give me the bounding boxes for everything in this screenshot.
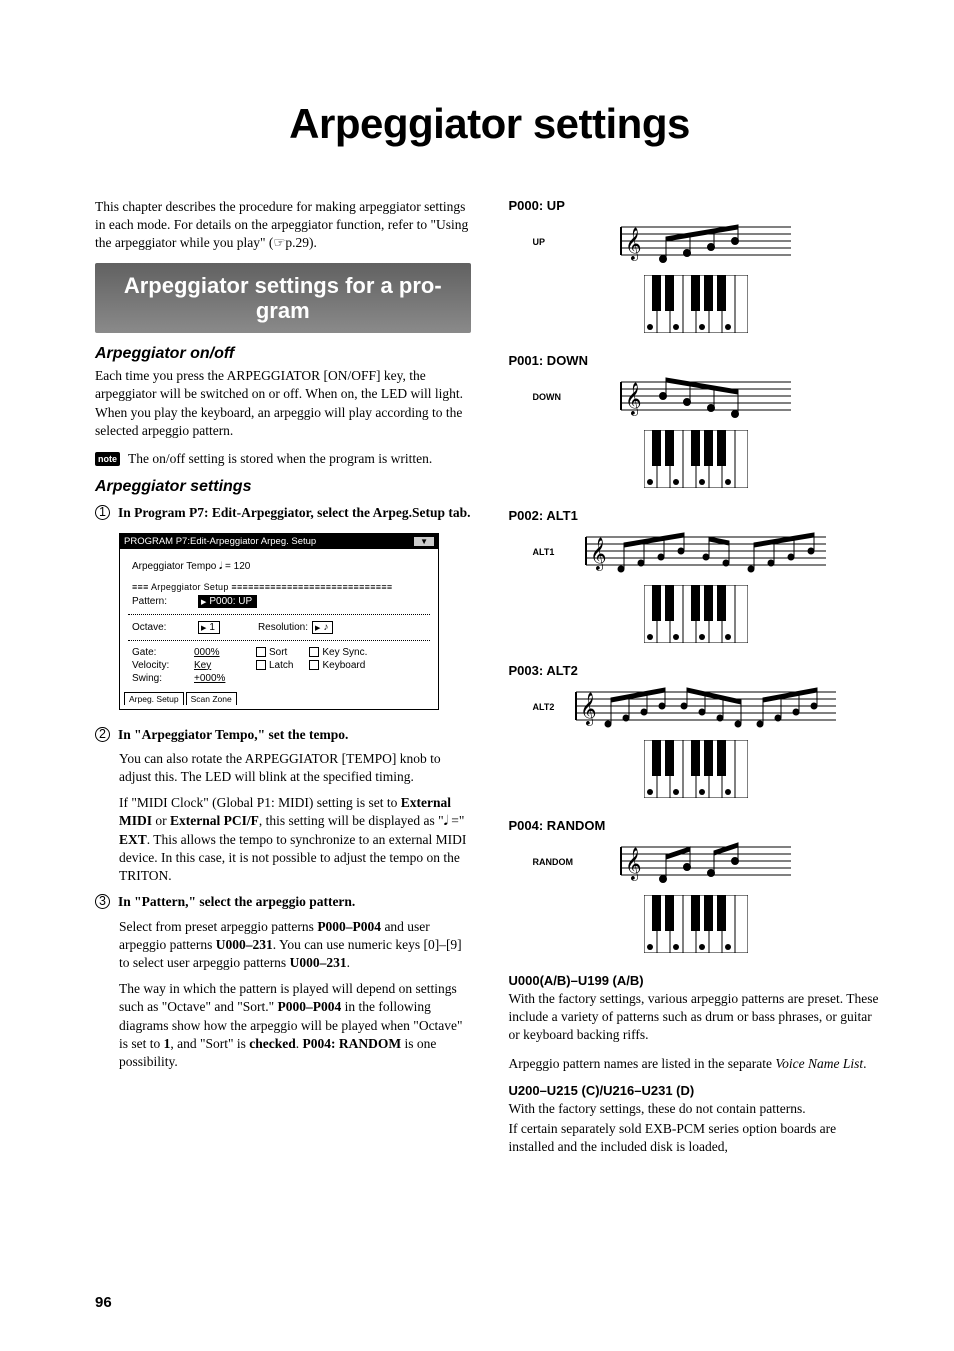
keyboard-icon bbox=[644, 740, 748, 798]
step-number-icon: 3 bbox=[95, 894, 110, 909]
label-velocity: Velocity: bbox=[132, 660, 194, 671]
right-column: P000: UP UP 𝄞 bbox=[509, 198, 885, 1167]
pattern-title: P002: ALT1 bbox=[509, 508, 885, 523]
pattern-label: DOWN bbox=[533, 392, 562, 402]
heading-onoff: Arpeggiator on/off bbox=[95, 345, 471, 363]
u200-body: With the factory settings, these do not … bbox=[509, 1100, 885, 1118]
shot-tempo: Arpeggiator Tempo 𝅘𝅥 = 120 bbox=[132, 561, 250, 572]
u000-body: With the factory settings, various arpeg… bbox=[509, 990, 885, 1045]
pattern-p001: P001: DOWN DOWN 𝄞 bbox=[509, 353, 885, 488]
pattern-p004: P004: RANDOM RANDOM 𝄞 bbox=[509, 818, 885, 953]
keyboard-icon bbox=[644, 275, 748, 333]
checkbox-keyboard[interactable] bbox=[309, 660, 319, 670]
u200-body2: If certain separately sold EXB-PCM serie… bbox=[509, 1120, 885, 1156]
step3-body-b: The way in which the pattern is played w… bbox=[119, 980, 471, 1071]
pattern-title: P001: DOWN bbox=[509, 353, 885, 368]
value-swing[interactable]: +000% bbox=[194, 673, 225, 684]
step2-body-a: You can also rotate the ARPEGGIATOR [TEM… bbox=[119, 750, 471, 786]
pattern-title: P000: UP bbox=[509, 198, 885, 213]
pattern-label: UP bbox=[533, 237, 546, 247]
step-2: 2 In "Arpeggiator Tempo," set the tempo. bbox=[95, 726, 471, 744]
keyboard-icon bbox=[644, 895, 748, 953]
step-1: 1 In Program P7: Edit-Arpeggiator, selec… bbox=[95, 504, 471, 522]
shot-title-text: PROGRAM P7:Edit-Arpeggiator Arpeg. Setup bbox=[124, 536, 316, 547]
label-keysync: Key Sync. bbox=[322, 647, 367, 658]
tab-scan-zone[interactable]: Scan Zone bbox=[186, 692, 237, 705]
svg-text:𝄞: 𝄞 bbox=[590, 538, 607, 571]
step-text: In "Arpeggiator Tempo," set the tempo. bbox=[118, 726, 348, 744]
keyboard-icon bbox=[644, 585, 748, 643]
step-3: 3 In "Pattern," select the arpeggio patt… bbox=[95, 893, 471, 911]
pattern-title: P003: ALT2 bbox=[509, 663, 885, 678]
dropdown-resolution[interactable]: ♪ bbox=[312, 621, 333, 634]
pattern-label: ALT2 bbox=[533, 702, 555, 712]
pattern-label: RANDOM bbox=[533, 857, 574, 867]
label-latch: Latch bbox=[269, 660, 293, 671]
staff-notation-icon: 𝄞 bbox=[566, 529, 826, 575]
staff-notation-icon: 𝄞 bbox=[601, 219, 791, 265]
heading-u200: U200–U215 (C)/U216–U231 (D) bbox=[509, 1083, 885, 1098]
staff-notation-icon: 𝄞 bbox=[601, 374, 791, 420]
heading-u000: U000(A/B)–U199 (A/B) bbox=[509, 973, 885, 988]
label-sort: Sort bbox=[269, 647, 287, 658]
keyboard-icon bbox=[644, 430, 748, 488]
page-number: 96 bbox=[95, 1294, 112, 1311]
value-gate[interactable]: 000% bbox=[194, 647, 242, 658]
svg-text:𝄞: 𝄞 bbox=[625, 848, 642, 881]
pattern-title: P004: RANDOM bbox=[509, 818, 885, 833]
note-text: The on/off setting is stored when the pr… bbox=[128, 450, 432, 468]
note-row: note The on/off setting is stored when t… bbox=[95, 450, 471, 468]
label-keyboard: Keyboard bbox=[322, 660, 365, 671]
step-text: In Program P7: Edit-Arpeggiator, select … bbox=[118, 504, 470, 522]
label-pattern: Pattern: bbox=[132, 596, 194, 607]
step2-body-b: If "MIDI Clock" (Global P1: MIDI) settin… bbox=[119, 794, 471, 885]
value-velocity[interactable]: Key bbox=[194, 660, 242, 671]
svg-text:𝄞: 𝄞 bbox=[625, 383, 642, 416]
dropdown-pattern[interactable]: P000: UP bbox=[198, 595, 257, 608]
onoff-text: Each time you press the ARPEGGIATOR [ON/… bbox=[95, 367, 471, 440]
page-title: Arpeggiator settings bbox=[95, 100, 884, 148]
step3-body-a: Select from preset arpeggio patterns P00… bbox=[119, 918, 471, 973]
pattern-p002: P002: ALT1 ALT1 𝄞 bbox=[509, 508, 885, 643]
label-resolution: Resolution: bbox=[258, 622, 308, 633]
step-number-icon: 1 bbox=[95, 505, 110, 520]
left-column: This chapter describes the procedure for… bbox=[95, 198, 471, 1167]
pattern-p000: P000: UP UP 𝄞 bbox=[509, 198, 885, 333]
pattern-label: ALT1 bbox=[533, 547, 555, 557]
staff-notation-icon: 𝄞 bbox=[601, 839, 791, 885]
u000-body2: Arpeggio pattern names are listed in the… bbox=[509, 1055, 885, 1073]
checkbox-latch[interactable] bbox=[256, 660, 266, 670]
dropdown-arrow-icon: ▼ bbox=[414, 537, 434, 546]
section-banner: Arpeggiator settings for a pro-gram bbox=[95, 263, 471, 334]
screenshot-arpeg-setup: PROGRAM P7:Edit-Arpeggiator Arpeg. Setup… bbox=[119, 533, 439, 710]
step-number-icon: 2 bbox=[95, 727, 110, 742]
note-icon: note bbox=[95, 452, 120, 466]
svg-text:𝄞: 𝄞 bbox=[625, 228, 642, 261]
checkbox-keysync[interactable] bbox=[309, 647, 319, 657]
pattern-p003: P003: ALT2 ALT2 𝄞 bbox=[509, 663, 885, 798]
checkbox-sort[interactable] bbox=[256, 647, 266, 657]
intro-text: This chapter describes the procedure for… bbox=[95, 198, 471, 253]
step-text: In "Pattern," select the arpeggio patter… bbox=[118, 893, 355, 911]
staff-notation-icon: 𝄞 bbox=[556, 684, 836, 730]
dropdown-octave[interactable]: 1 bbox=[198, 621, 220, 634]
heading-settings: Arpeggiator settings bbox=[95, 478, 471, 496]
label-gate: Gate: bbox=[132, 647, 194, 658]
label-swing: Swing: bbox=[132, 673, 194, 684]
label-octave: Octave: bbox=[132, 622, 194, 633]
shot-section-label: ≡≡≡ Arpeggiator Setup ≡≡≡≡≡≡≡≡≡≡≡≡≡≡≡≡≡≡… bbox=[132, 582, 426, 592]
tab-arpeg-setup[interactable]: Arpeg. Setup bbox=[124, 692, 184, 705]
svg-text:𝄞: 𝄞 bbox=[580, 693, 597, 726]
